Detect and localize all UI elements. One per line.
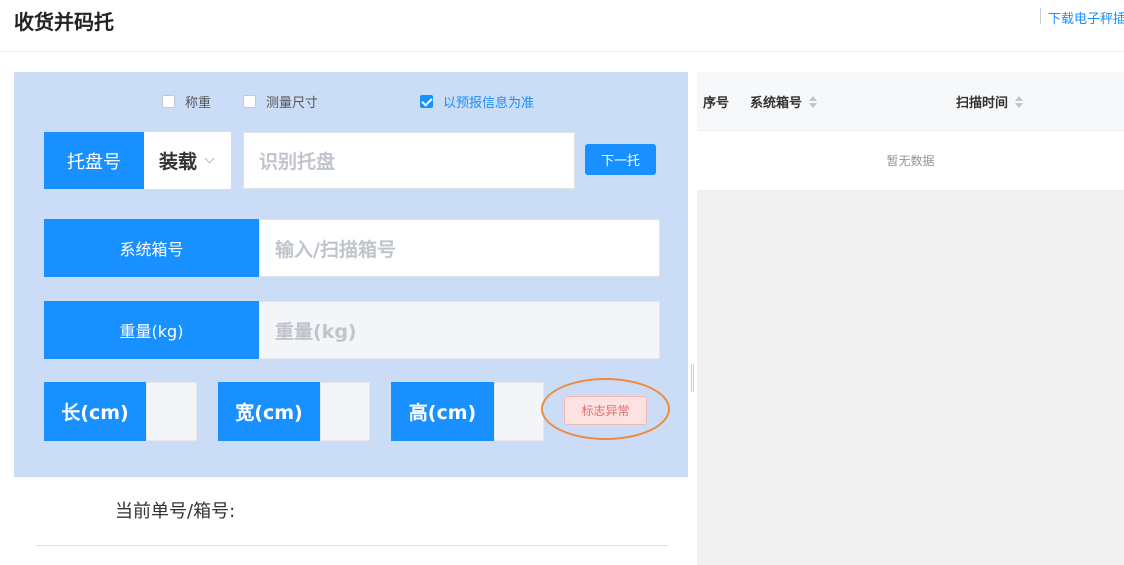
length-label: 长(cm)	[44, 382, 146, 441]
pallet-input[interactable]: 识别托盘	[243, 132, 575, 189]
box-no-input[interactable]: 输入/扫描箱号	[259, 219, 660, 277]
sort-icon[interactable]	[809, 95, 818, 108]
page-header: 收货并码托 下载电子秤插	[0, 0, 1124, 52]
measure-checkbox-box[interactable]	[243, 95, 256, 108]
height-input[interactable]	[494, 382, 544, 441]
sort-icon[interactable]	[1015, 95, 1024, 108]
column-header-box-no[interactable]: 系统箱号	[750, 92, 818, 111]
next-pallet-button[interactable]: 下一托	[585, 144, 656, 175]
width-input[interactable]	[320, 382, 370, 441]
scan-records-table: 序号 系统箱号 扫描时间 暂无数据	[697, 72, 1124, 565]
length-input[interactable]	[146, 382, 197, 441]
height-label: 高(cm)	[391, 382, 494, 441]
measure-checkbox-label: 测量尺寸	[266, 96, 319, 111]
receiving-form-panel: 称重 测量尺寸 以预报信息为准 托盘号 装载 识别托盘 下一托 系统箱号 输入/…	[14, 72, 688, 477]
pallet-mode-value: 装载	[159, 151, 198, 173]
weigh-checkbox-box[interactable]	[162, 95, 175, 108]
pallet-label: 托盘号	[44, 132, 144, 189]
width-label: 宽(cm)	[218, 382, 320, 441]
measure-checkbox[interactable]: 测量尺寸	[243, 92, 318, 111]
weigh-checkbox[interactable]: 称重	[162, 92, 211, 111]
download-scale-plugin-link[interactable]: 下载电子秤插	[1048, 8, 1124, 27]
column-header-box-no-label: 系统箱号	[750, 96, 803, 111]
current-order-box-label: 当前单号/箱号:	[115, 501, 236, 522]
use-forecast-checkbox-box[interactable]	[420, 95, 433, 108]
use-forecast-checkbox[interactable]: 以预报信息为准	[420, 92, 534, 111]
column-header-scan-time-label: 扫描时间	[956, 96, 1009, 111]
empty-text: 暂无数据	[886, 154, 935, 168]
table-header: 序号 系统箱号 扫描时间	[697, 72, 1124, 131]
chevron-down-icon	[204, 153, 215, 164]
panel-resize-handle[interactable]	[691, 364, 694, 392]
flag-exception-button[interactable]: 标志异常	[564, 396, 647, 425]
box-no-input-placeholder: 输入/扫描箱号	[275, 238, 396, 261]
box-no-label: 系统箱号	[44, 219, 259, 277]
weigh-checkbox-label: 称重	[185, 96, 212, 111]
weight-input[interactable]: 重量(kg)	[259, 301, 660, 359]
header-divider	[1040, 8, 1041, 24]
use-forecast-checkbox-label: 以预报信息为准	[443, 96, 535, 111]
column-header-index-label: 序号	[703, 96, 730, 111]
weight-input-placeholder: 重量(kg)	[275, 320, 357, 343]
table-empty-row: 暂无数据	[697, 131, 1124, 191]
pallet-input-placeholder: 识别托盘	[259, 151, 336, 173]
pallet-mode-select[interactable]: 装载	[144, 132, 231, 189]
order-divider	[36, 545, 668, 546]
weight-label: 重量(kg)	[44, 301, 259, 359]
column-header-index: 序号	[703, 92, 729, 111]
column-header-scan-time[interactable]: 扫描时间	[956, 92, 1024, 111]
page-title: 收货并码托	[14, 10, 114, 34]
